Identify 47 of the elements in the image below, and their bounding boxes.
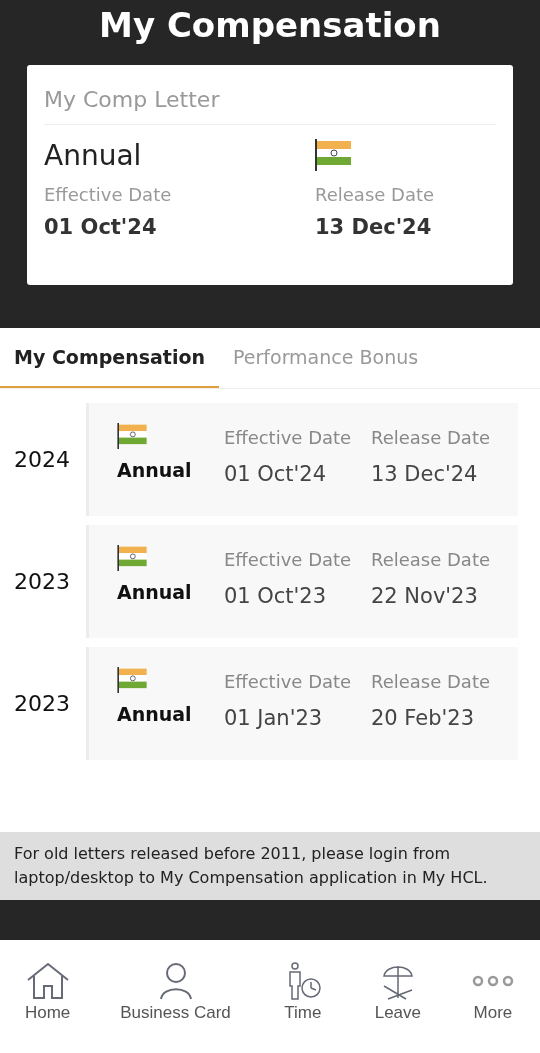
nav-label: Leave bbox=[374, 1003, 422, 1023]
release-date-label: Release Date bbox=[370, 549, 491, 570]
letter-card[interactable]: My Comp Letter Annual Effective Date Release Date 01 Oct'24 13 Dec'24 bbox=[27, 65, 513, 285]
letter-row[interactable]: Annual Effective Date 01 Oct'23 Release Date 22 Nov'23 bbox=[86, 525, 518, 638]
nav-item[interactable]: Home bbox=[24, 962, 71, 1023]
nav-item[interactable]: Time bbox=[280, 962, 325, 1023]
effective-date: 01 Oct'23 bbox=[223, 584, 328, 608]
nav-label: Home bbox=[24, 1003, 71, 1023]
release-date: 13 Dec'24 bbox=[370, 462, 479, 486]
home-icon bbox=[25, 962, 70, 1000]
tab[interactable]: My Compensation bbox=[0, 328, 220, 388]
letter-row[interactable]: Annual Effective Date 01 Jan'23 Release Date 20 Feb'23 bbox=[86, 647, 518, 760]
nav-item[interactable]: More bbox=[470, 962, 515, 1023]
nav-label: Time bbox=[284, 1003, 322, 1023]
flag-icon bbox=[117, 545, 147, 571]
effective-date-label: Effective Date bbox=[223, 427, 353, 448]
year-label: 2023 bbox=[13, 569, 71, 594]
nav-label: More bbox=[473, 1003, 513, 1023]
nav-item[interactable]: Business Card bbox=[120, 962, 231, 1023]
year-label: 2023 bbox=[13, 691, 71, 716]
release-date: 22 Nov'23 bbox=[370, 584, 479, 608]
release-date-label: Release Date bbox=[315, 184, 436, 205]
notice-text: For old letters released before 2011, please login from laptop/desktop to My Compensation application in My HCL. bbox=[0, 832, 540, 900]
flag-icon bbox=[117, 423, 147, 449]
year-label: 2024 bbox=[13, 447, 71, 472]
release-date: 13 Dec'24 bbox=[315, 215, 433, 239]
effective-date: 01 Jan'23 bbox=[223, 706, 324, 730]
page-title: My Compensation bbox=[98, 4, 442, 47]
letter-type: Annual bbox=[117, 581, 193, 603]
nav-item[interactable]: Leave bbox=[374, 962, 422, 1023]
effective-date-label: Effective Date bbox=[223, 671, 353, 692]
letter-row[interactable]: Annual Effective Date 01 Oct'24 Release Date 13 Dec'24 bbox=[86, 403, 518, 516]
letter-type: Annual bbox=[44, 139, 143, 172]
nav-label: Business Card bbox=[120, 1003, 231, 1023]
release-date-label: Release Date bbox=[370, 427, 491, 448]
effective-date: 01 Oct'24 bbox=[223, 462, 328, 486]
release-date-label: Release Date bbox=[370, 671, 491, 692]
card-title: My Comp Letter bbox=[44, 65, 496, 125]
letter-type: Annual bbox=[117, 703, 193, 725]
effective-date: 01 Oct'24 bbox=[44, 215, 158, 239]
release-date: 20 Feb'23 bbox=[370, 706, 475, 730]
flag-icon bbox=[117, 667, 147, 693]
effective-date-label: Effective Date bbox=[223, 549, 353, 570]
more-icon bbox=[471, 975, 514, 987]
flag-icon bbox=[315, 139, 351, 171]
effective-date-label: Effective Date bbox=[44, 184, 173, 205]
letter-type: Annual bbox=[117, 459, 193, 481]
